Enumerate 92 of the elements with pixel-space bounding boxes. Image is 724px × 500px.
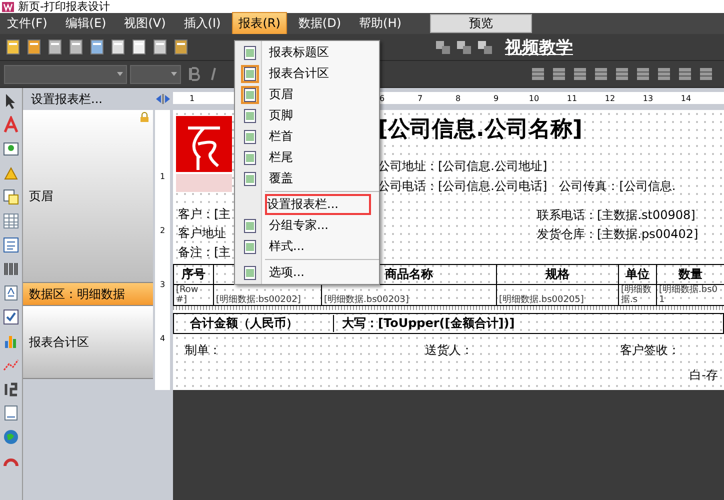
barcode-icon[interactable] — [2, 260, 20, 278]
align-grid-icon[interactable] — [529, 65, 547, 83]
menu-item[interactable]: 覆盖 — [235, 168, 379, 189]
column-header: 序号 — [174, 264, 214, 284]
toolbar-arrange-icon[interactable] — [455, 38, 473, 56]
align-grid-icon[interactable] — [550, 65, 568, 83]
menu-item[interactable]: 栏首 — [235, 126, 379, 147]
signature-label: 制单： — [185, 342, 222, 359]
ruler-number: 1 — [160, 172, 166, 181]
toolbar-document-icon[interactable] — [151, 38, 169, 56]
menu-item[interactable]: 文件(F) — [0, 12, 54, 35]
text-box-icon[interactable] — [2, 284, 20, 302]
toolbar-arrange-icon[interactable] — [434, 38, 452, 56]
ruler-number: 13 — [642, 94, 654, 102]
dropdown-arrow-icon — [171, 72, 177, 76]
number-icon[interactable] — [2, 380, 20, 398]
align-grid-icon[interactable] — [571, 65, 589, 83]
column-header: 规格 — [496, 264, 618, 284]
preview-button[interactable]: 预览 — [430, 14, 532, 33]
band-settings-title: 设置报表栏... — [30, 91, 104, 108]
column-header: 数量 — [656, 264, 724, 284]
align-grid-icon[interactable] — [676, 65, 694, 83]
toolbar-document-icon[interactable] — [25, 38, 43, 56]
ruler-number: 6 — [378, 94, 386, 102]
toolbar-arrange-icon[interactable] — [476, 38, 494, 56]
summary-label: 大写：[ToUpper([金额合计])] — [341, 315, 516, 332]
dropdown-arrow-icon — [117, 72, 123, 76]
video-tutorial-link[interactable]: 视频教学 — [505, 36, 573, 58]
summary-label: 合计金额（人民币） — [174, 315, 334, 332]
field-label: 发货仓库：[主数据.ps00402] — [537, 226, 700, 243]
ruler-number: 3 — [160, 280, 166, 289]
toolbar-document-icon[interactable] — [4, 38, 22, 56]
ruler-number: 12 — [604, 94, 616, 102]
field-label: 客户：[主 — [178, 206, 231, 223]
menu-item[interactable]: 插入(I) — [176, 12, 228, 35]
form-icon[interactable] — [2, 236, 20, 254]
toolbar-document-icon[interactable] — [46, 38, 64, 56]
layer-icon[interactable] — [2, 188, 20, 206]
field-label: 客户地址 — [178, 225, 226, 242]
table-icon[interactable] — [2, 212, 20, 230]
menu-item[interactable]: 报表合计区 — [235, 63, 379, 84]
ruler-number: 4 — [160, 334, 166, 343]
align-grid-icon[interactable] — [697, 65, 715, 83]
ruler-number: 1 — [188, 94, 196, 102]
ruler-number: 8 — [454, 94, 462, 102]
ruler-number: 11 — [566, 94, 578, 102]
menu-item[interactable]: 设置报表栏... — [265, 194, 371, 215]
menu-item[interactable]: 栏尾 — [235, 147, 379, 168]
menu-item[interactable]: 页眉 — [235, 84, 379, 105]
align-grid-icon[interactable] — [592, 65, 610, 83]
copy-note: 白-存 — [690, 367, 718, 384]
menu-item[interactable]: 样式... — [235, 236, 379, 257]
company-field: 公司传真：[公司信息. — [559, 178, 676, 195]
field-label: 备注：[主 — [178, 244, 231, 261]
toolbar-document-icon[interactable] — [67, 38, 85, 56]
signature-label: 客户签收： — [620, 342, 680, 359]
window-title: 新页-打印报表设计 — [18, 0, 110, 13]
band-item[interactable]: 数据区：明细数据 — [23, 283, 153, 306]
menu-item[interactable]: 数据(D) — [291, 12, 348, 35]
field-label: 联系电话：[主数据.st00908] — [537, 207, 696, 224]
align-grid-icon[interactable] — [655, 65, 673, 83]
toolbar-document-icon[interactable] — [172, 38, 190, 56]
menu-item[interactable]: 帮助(H) — [352, 12, 408, 35]
toolbar-document-icon[interactable] — [130, 38, 148, 56]
menu-item[interactable]: 编辑(E) — [58, 12, 114, 35]
ruler-number: 2 — [160, 226, 166, 235]
align-grid-icon[interactable] — [613, 65, 631, 83]
toolbar-document-icon[interactable] — [88, 38, 106, 56]
toolbar-document-icon[interactable] — [109, 38, 127, 56]
checkbox-icon[interactable] — [2, 308, 20, 326]
lock-icon — [140, 112, 149, 122]
menu-item[interactable]: 页脚 — [235, 105, 379, 126]
menu-item[interactable]: 视图(V) — [117, 12, 173, 35]
band-item[interactable]: 页眉 — [23, 110, 153, 283]
text-icon[interactable] — [2, 116, 20, 134]
label-icon[interactable] — [2, 404, 20, 422]
column-header: 单位 — [618, 264, 656, 284]
align-grid-icon[interactable] — [634, 65, 652, 83]
report-title: [公司信息.公司名称] — [378, 116, 584, 144]
picture-icon[interactable] — [2, 140, 20, 158]
menu-item[interactable]: 分组专家... — [235, 215, 379, 236]
ruler-number: 10 — [528, 94, 540, 102]
band-item[interactable]: 报表合计区 — [23, 306, 153, 379]
signature-label: 送货人： — [425, 342, 474, 359]
split-arrows-icon[interactable] — [156, 94, 170, 104]
logo-icon — [176, 116, 232, 194]
menu-item[interactable]: 报表(R) — [232, 12, 288, 35]
menu-item[interactable]: 报表标题区 — [235, 42, 379, 63]
globe-icon[interactable] — [2, 428, 20, 446]
ruler-number: 7 — [416, 94, 424, 102]
ruler-number: 9 — [492, 94, 500, 102]
ruler-number: 14 — [680, 94, 692, 102]
